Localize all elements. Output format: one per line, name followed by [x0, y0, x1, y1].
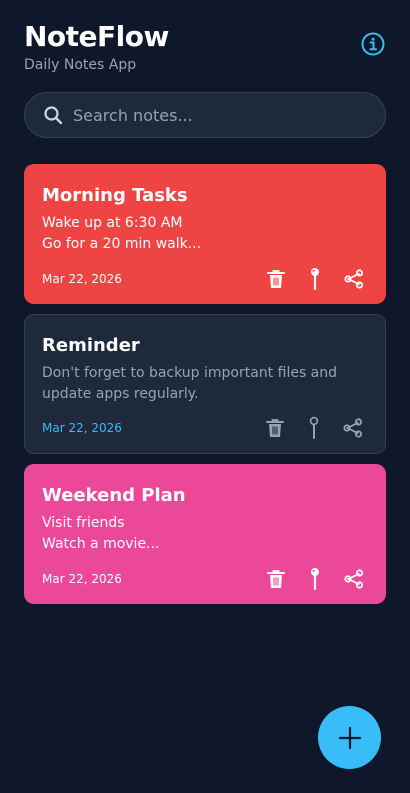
note-preview: Don't forget to backup important files a…: [42, 365, 338, 402]
note-card[interactable]: Reminder Don't forget to backup importan…: [24, 314, 386, 454]
delete-button[interactable]: [266, 567, 286, 591]
note-title: Weekend Plan: [42, 485, 186, 506]
note-date: Mar 22, 2026: [42, 572, 122, 586]
search-icon: [44, 106, 63, 125]
note-date: Mar 22, 2026: [42, 421, 122, 435]
note-title: Morning Tasks: [42, 185, 188, 206]
delete-button[interactable]: [265, 416, 285, 440]
share-button[interactable]: [344, 267, 364, 291]
notes-list: Morning Tasks Wake up at 6:30 AM Go for …: [24, 164, 386, 614]
note-card[interactable]: Morning Tasks Wake up at 6:30 AM Go for …: [24, 164, 386, 304]
share-button[interactable]: [344, 567, 364, 591]
delete-button[interactable]: [266, 267, 286, 291]
pin-button[interactable]: [304, 416, 324, 440]
app-screen: NoteFlow Daily Notes App Morning Tasks W…: [0, 0, 410, 793]
info-icon: [361, 32, 385, 56]
note-card[interactable]: Weekend Plan Visit friends Watch a movie…: [24, 464, 386, 604]
add-note-button[interactable]: [318, 706, 381, 769]
pin-icon: [311, 568, 319, 591]
note-actions: [266, 567, 364, 591]
search-input[interactable]: [73, 105, 353, 125]
share-button[interactable]: [343, 416, 363, 440]
app-subtitle: Daily Notes App: [24, 57, 137, 73]
note-actions: [265, 416, 363, 440]
search-bar[interactable]: [24, 92, 386, 138]
trash-icon: [267, 270, 285, 288]
pin-button[interactable]: [305, 567, 325, 591]
plus-icon: [338, 726, 361, 749]
share-icon: [344, 569, 364, 589]
note-preview: Wake up at 6:30 AM Go for a 20 min walk.…: [42, 215, 202, 252]
header: NoteFlow Daily Notes App: [24, 20, 386, 73]
pin-button[interactable]: [305, 267, 325, 291]
share-icon: [343, 418, 363, 438]
note-title: Reminder: [42, 335, 140, 356]
pin-icon: [309, 416, 319, 439]
info-button[interactable]: [360, 31, 386, 57]
note-actions: [266, 267, 364, 291]
pin-icon: [311, 268, 319, 291]
trash-icon: [266, 419, 284, 437]
note-date: Mar 22, 2026: [42, 272, 122, 286]
share-icon: [344, 269, 364, 289]
trash-icon: [267, 570, 285, 588]
note-preview: Visit friends Watch a movie...: [42, 515, 160, 552]
app-title: NoteFlow: [24, 20, 169, 53]
